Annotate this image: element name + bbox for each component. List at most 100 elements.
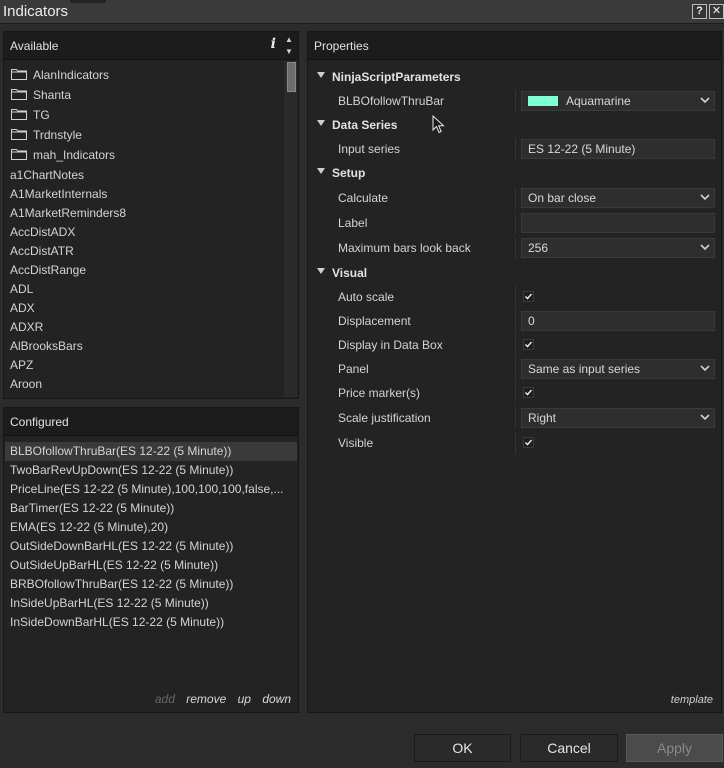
category-label: NinjaScriptParameters — [332, 70, 461, 84]
indicator-list-item[interactable]: Aroon — [4, 375, 284, 394]
indicator-list-item[interactable]: a1ChartNotes — [4, 166, 284, 185]
scroll-down-arrow-icon[interactable]: ▼ — [282, 46, 296, 58]
property-row-auto-scale: Auto scale — [308, 286, 721, 308]
indicator-list-item[interactable]: AccDistADX — [4, 223, 284, 242]
folder-item[interactable]: Shanta — [4, 86, 284, 105]
column-divider — [515, 310, 516, 332]
column-divider — [515, 212, 516, 234]
properties-header: Properties — [308, 32, 721, 60]
color-value: Aquamarine — [566, 94, 631, 108]
indicator-list-item[interactable]: ADXR — [4, 318, 284, 337]
category-label: Visual — [332, 266, 368, 280]
mouse-cursor-icon — [432, 115, 445, 134]
category-data-series[interactable]: Data Series — [308, 114, 721, 136]
title-bar: Indicators ? ✕ — [0, 0, 724, 24]
configured-list-item[interactable]: InSideUpBarHL(ES 12-22 (5 Minute)) — [5, 594, 297, 613]
available-scrollbar[interactable] — [284, 61, 297, 397]
apply-button[interactable]: Apply — [626, 734, 723, 762]
dropdown-value: On bar close — [528, 191, 597, 205]
category-ninjascript-parameters[interactable]: NinjaScriptParameters — [308, 66, 721, 88]
input-series-field[interactable]: ES 12-22 (5 Minute) — [521, 139, 715, 159]
column-divider — [515, 187, 516, 209]
property-label: Auto scale — [338, 290, 395, 304]
calculate-dropdown[interactable]: On bar close — [521, 188, 715, 208]
category-visual[interactable]: Visual — [308, 262, 721, 284]
folder-icon — [11, 68, 27, 80]
configured-list-item[interactable]: EMA(ES 12-22 (5 Minute),20) — [5, 518, 297, 537]
dropdown-value: Same as input series — [528, 362, 641, 376]
visible-checkbox[interactable] — [523, 437, 534, 448]
indicator-list-item[interactable]: ADL — [4, 280, 284, 299]
info-icon[interactable]: i — [271, 36, 276, 52]
configured-list-item[interactable]: InSideDownBarHL(ES 12-22 (5 Minute)) — [5, 613, 297, 632]
data-box-checkbox[interactable] — [523, 339, 534, 350]
available-scroll-thumb[interactable] — [287, 62, 296, 92]
up-link[interactable]: up — [238, 692, 251, 706]
property-row-data-box: Display in Data Box — [308, 334, 721, 356]
folder-item[interactable]: Trdnstyle — [4, 126, 284, 145]
chevron-down-icon — [700, 97, 710, 104]
column-divider — [515, 286, 516, 308]
label-input[interactable] — [521, 213, 715, 233]
folder-item[interactable]: AlanIndicators — [4, 66, 284, 85]
chevron-down-icon — [317, 168, 325, 174]
configured-list-item[interactable]: BarTimer(ES 12-22 (5 Minute)) — [5, 499, 297, 518]
down-link[interactable]: down — [262, 692, 291, 706]
template-link[interactable]: template — [671, 694, 713, 706]
folder-label: Trdnstyle — [33, 128, 82, 142]
dropdown-value: Right — [528, 411, 557, 425]
available-header: Available i ▲ ▼ — [4, 32, 298, 60]
indicator-list-item[interactable]: ADX — [4, 299, 284, 318]
max-bars-dropdown[interactable]: 256 — [521, 238, 715, 258]
indicator-list-item[interactable]: AlBrooksBars — [4, 337, 284, 356]
indicator-list-item[interactable]: APZ — [4, 356, 284, 375]
panel-dropdown[interactable]: Same as input series — [521, 359, 715, 379]
window-title: Indicators — [3, 3, 69, 20]
configured-list-item[interactable]: OutSideUpBarHL(ES 12-22 (5 Minute)) — [5, 556, 297, 575]
configured-panel: Configured BLBOfollowThruBar(ES 12-22 (5… — [3, 407, 299, 713]
add-link[interactable]: add — [155, 692, 175, 706]
help-button[interactable]: ? — [692, 4, 707, 19]
scroll-up-arrow-icon[interactable]: ▲ — [282, 34, 296, 46]
property-label: Label — [338, 216, 368, 230]
property-label: Scale justification — [338, 411, 431, 425]
available-title: Available — [10, 39, 59, 53]
folder-item[interactable]: mah_Indicators — [4, 146, 284, 165]
auto-scale-checkbox[interactable] — [523, 291, 534, 302]
property-label: Maximum bars look back — [338, 241, 471, 255]
property-label: Calculate — [338, 191, 389, 205]
configured-list-item[interactable]: TwoBarRevUpDown(ES 12-22 (5 Minute)) — [5, 461, 297, 480]
close-button[interactable]: ✕ — [709, 4, 724, 19]
color-dropdown[interactable]: Aquamarine — [521, 91, 715, 111]
cancel-button[interactable]: Cancel — [520, 734, 618, 762]
property-label: Display in Data Box — [338, 338, 443, 352]
indicator-list-item[interactable]: AccDistATR — [4, 242, 284, 261]
folder-item[interactable]: TG — [4, 106, 284, 125]
scale-justification-dropdown[interactable]: Right — [521, 408, 715, 428]
property-label: Price marker(s) — [338, 386, 421, 400]
category-setup[interactable]: Setup — [308, 162, 721, 184]
configured-list-item[interactable]: BLBOfollowThruBar(ES 12-22 (5 Minute)) — [5, 442, 297, 461]
configured-list-item[interactable]: OutSideDownBarHL(ES 12-22 (5 Minute)) — [5, 537, 297, 556]
column-divider — [515, 138, 516, 160]
configured-list-item[interactable]: BRBOfollowThruBar(ES 12-22 (5 Minute)) — [5, 575, 297, 594]
property-label: Panel — [338, 362, 369, 376]
column-divider — [515, 334, 516, 356]
column-divider — [515, 432, 516, 454]
ok-button[interactable]: OK — [414, 734, 511, 762]
folder-label: TG — [33, 108, 50, 122]
configured-list-item[interactable]: PriceLine(ES 12-22 (5 Minute),100,100,10… — [5, 480, 297, 499]
indicator-list-item[interactable]: A1MarketInternals — [4, 185, 284, 204]
displacement-input[interactable]: 0 — [521, 311, 715, 331]
available-panel: Available i ▲ ▼ AlanIndicators Shanta TG Tr… — [3, 31, 299, 399]
property-row-label: Label — [308, 212, 721, 234]
remove-link[interactable]: remove — [186, 692, 226, 706]
price-marker-checkbox[interactable] — [523, 387, 534, 398]
chevron-down-icon — [317, 72, 325, 78]
property-label: Input series — [338, 142, 401, 156]
property-row-blbo: BLBOfollowThruBar Aquamarine — [308, 90, 721, 112]
indicator-list-item[interactable]: A1MarketReminders8 — [4, 204, 284, 223]
chevron-down-icon — [700, 365, 710, 372]
configured-header: Configured — [4, 408, 298, 436]
indicator-list-item[interactable]: AccDistRange — [4, 261, 284, 280]
